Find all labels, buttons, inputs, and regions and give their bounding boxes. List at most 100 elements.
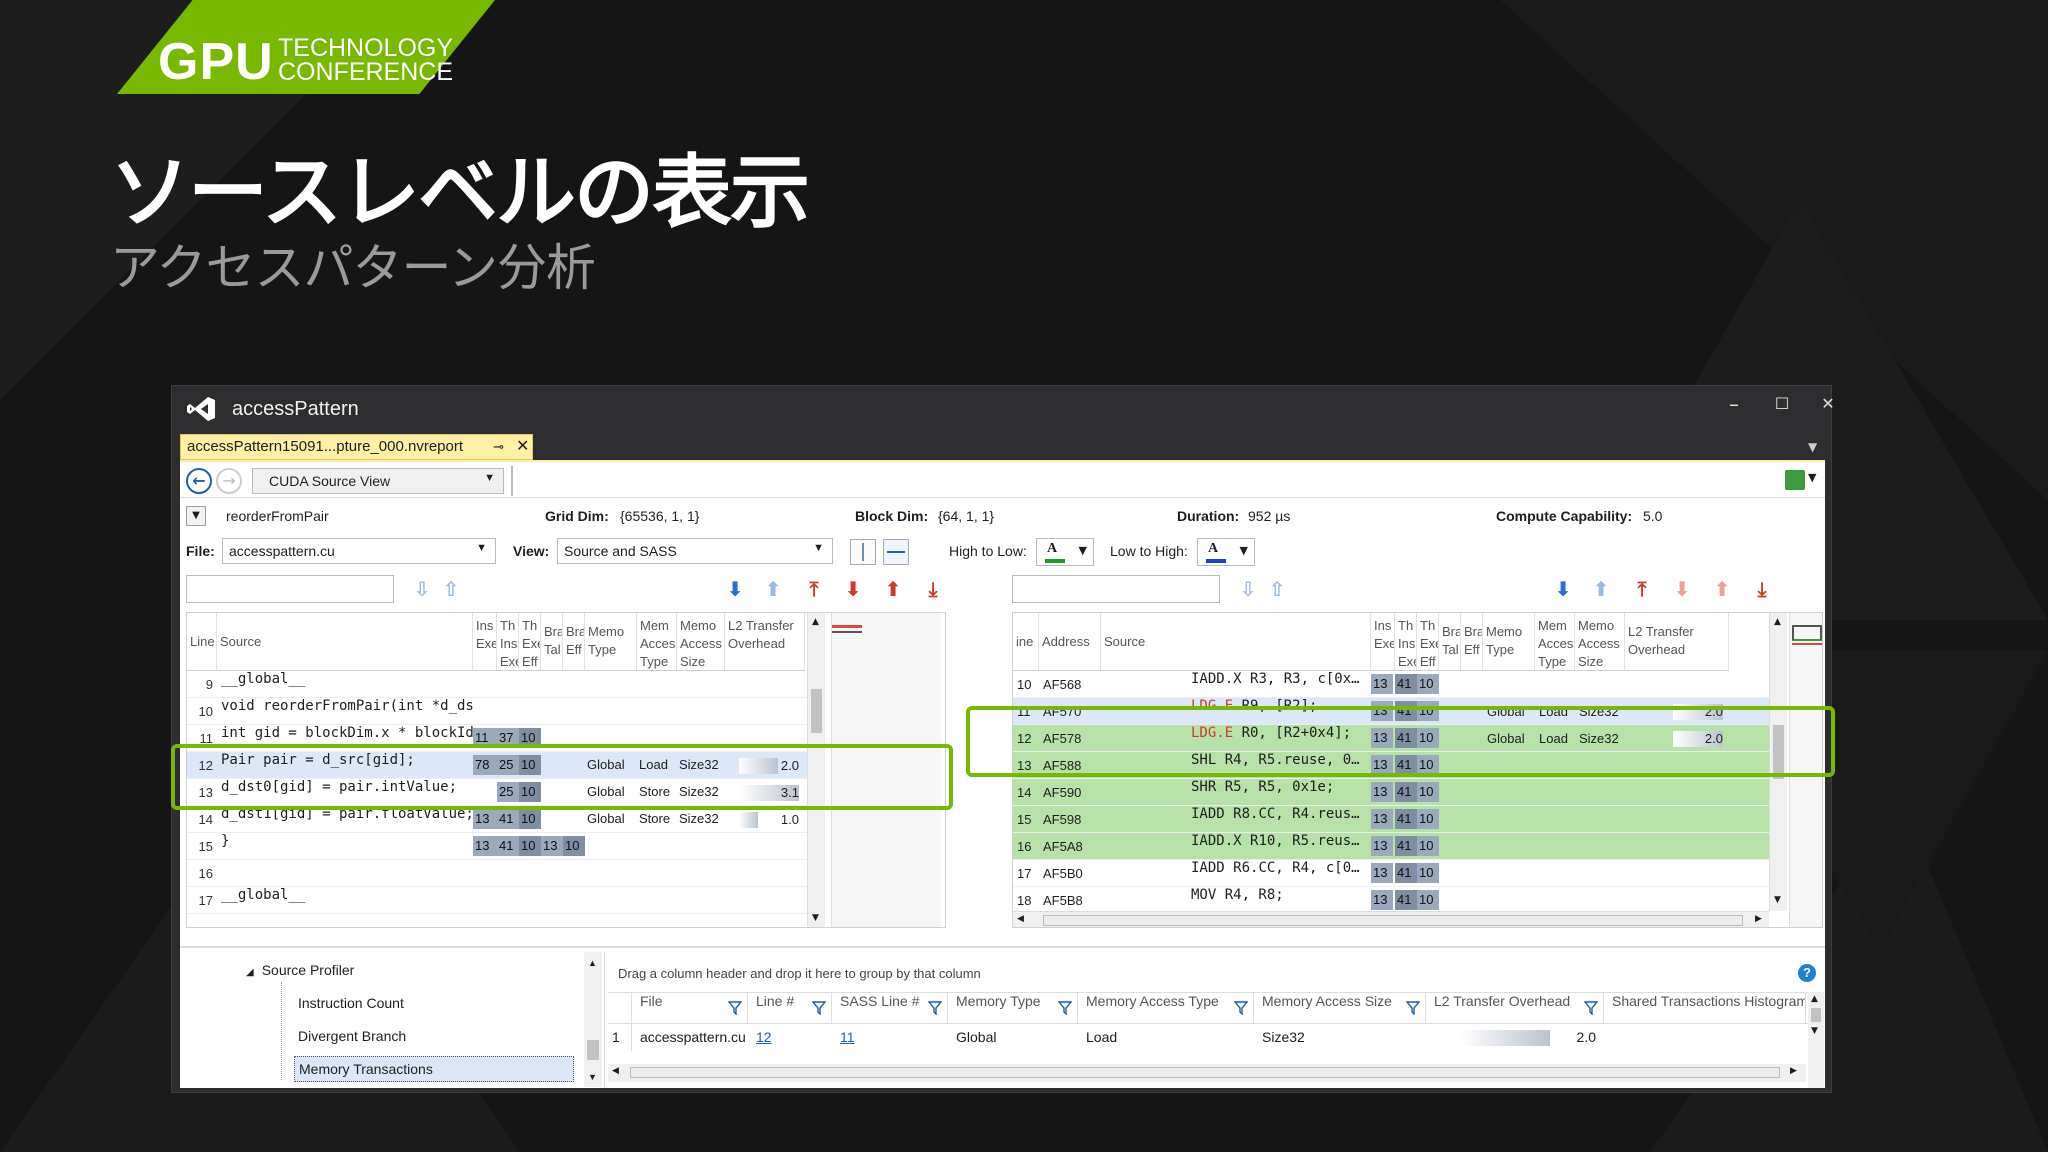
last-hotspot-icon[interactable]: ⤓ <box>920 576 946 602</box>
memory-grid-hscrollbar[interactable]: ◀ ▶ <box>608 1064 1806 1082</box>
pin-icon[interactable]: ⊸ <box>493 439 504 455</box>
filter-icon[interactable] <box>1234 1001 1248 1015</box>
col-header-thread-inst-exec[interactable]: Th Ins Exe <box>497 613 519 671</box>
scroll-thumb[interactable] <box>811 689 822 733</box>
scroll-down-icon[interactable]: ▼ <box>1774 895 1781 905</box>
next-red-arrow-icon[interactable]: ⬇ <box>840 576 866 602</box>
col-header-inst-exec[interactable]: Ins Exe <box>473 613 497 671</box>
prev-red-arrow-icon[interactable]: ⬆ <box>1709 576 1735 602</box>
col-header-mem-access-size[interactable]: Memo Access Size <box>1575 613 1625 671</box>
export-dropdown-icon[interactable]: ▼ <box>1808 471 1816 484</box>
next-hotspot-icon[interactable]: ⬇ <box>722 576 748 602</box>
col-header-branch-eff[interactable]: Bra Eff <box>1461 613 1483 671</box>
source-row[interactable]: 14 d_dst1[gid] = pair.floatValue; 13 41 10 G… <box>187 806 807 833</box>
sass-row[interactable]: 17 AF5B0 IADD R6.CC, R4, c[0… 13 41 10 <box>1013 860 1769 887</box>
prev-hotspot-icon[interactable]: ⬆ <box>1588 576 1614 602</box>
filter-icon[interactable] <box>1058 1001 1072 1015</box>
source-row[interactable]: 10 void reorderFromPair(int *d_dst0, flo… <box>187 698 807 725</box>
view-selector[interactable]: CUDA Source View ▼ <box>252 468 504 494</box>
minimize-button[interactable]: – <box>1714 392 1754 416</box>
high-to-low-color-picker[interactable]: A ▼ <box>1036 538 1094 566</box>
sass-row[interactable]: 16 AF5A8 IADD.X R10, R5.reus… 13 41 10 <box>1013 833 1769 860</box>
source-row[interactable]: 16 <box>187 860 807 887</box>
split-horizontal-icon[interactable] <box>883 539 909 565</box>
back-arrow-icon[interactable]: ← <box>186 468 212 494</box>
first-hotspot-icon[interactable]: ⤒ <box>801 576 827 602</box>
low-to-high-color-picker[interactable]: A ▼ <box>1197 538 1255 566</box>
sass-row[interactable]: 18 AF5B8 MOV R4, R8; 13 41 10 <box>1013 887 1769 914</box>
col-header-mem-access-type[interactable]: Mem Acces Type <box>637 613 677 671</box>
col-header-mem-access-size[interactable]: Memo Access Size <box>677 613 725 671</box>
memory-grid-vscrollbar[interactable]: ▲ ▼ <box>1808 992 1824 1088</box>
col-header-l2-overhead[interactable]: L2 Transfer Overhead <box>725 613 805 671</box>
help-icon[interactable]: ? <box>1798 964 1816 982</box>
scroll-up-icon[interactable]: ▲ <box>812 617 819 627</box>
col-header-line[interactable]: ine <box>1013 613 1039 671</box>
col-header-memory-access-type[interactable]: Memory Access Type <box>1078 993 1254 1023</box>
search-prev-arrow-icon[interactable]: ⇧ <box>1264 576 1290 602</box>
export-icon[interactable] <box>1785 470 1805 490</box>
col-header-mem-access-type[interactable]: Mem Acces Type <box>1535 613 1575 671</box>
first-hotspot-icon[interactable]: ⤒ <box>1629 576 1655 602</box>
cell-line-link[interactable]: 12 <box>752 1024 832 1051</box>
col-header-shared-histogram[interactable]: Shared Transactions Histogram <box>1604 993 1806 1023</box>
col-header-thread-exec-eff[interactable]: Th Exe Eff <box>1417 613 1439 671</box>
col-header-memory-access-size[interactable]: Memory Access Size <box>1254 993 1426 1023</box>
search-next-arrow-icon[interactable]: ⇩ <box>409 576 435 602</box>
close-button[interactable]: ✕ <box>1808 394 1848 413</box>
source-row[interactable]: 17 __global__ <box>187 887 807 914</box>
next-red-arrow-icon[interactable]: ⬇ <box>1669 576 1695 602</box>
col-header-branch-eff[interactable]: Bra Eff <box>563 613 585 671</box>
search-prev-arrow-icon[interactable]: ⇧ <box>438 576 464 602</box>
col-header-thread-exec-eff[interactable]: Th Exe Eff <box>519 613 541 671</box>
cell-sass-line-link[interactable]: 11 <box>836 1024 948 1051</box>
scroll-left-icon[interactable]: ◀ <box>1017 914 1024 924</box>
hscroll-thumb[interactable] <box>1043 915 1743 926</box>
search-next-arrow-icon[interactable]: ⇩ <box>1235 576 1261 602</box>
memory-grid-row[interactable]: 1 accesspattern.cu 12 11 Global Load Siz… <box>608 1024 1806 1052</box>
source-row[interactable]: 15} 13 41 10 13 10 <box>187 833 807 860</box>
sass-row[interactable]: 14 AF590 SHR R5, R5, 0x1e; 13 41 10 <box>1013 779 1769 806</box>
prev-hotspot-icon[interactable]: ⬆ <box>760 576 786 602</box>
col-header-memory-type[interactable]: Memo Type <box>1483 613 1535 671</box>
filter-icon[interactable] <box>812 1001 826 1015</box>
col-header-l2-transfer-overhead[interactable]: L2 Transfer Overhead <box>1426 993 1604 1023</box>
tree-scrollbar[interactable]: ▲ ▼ <box>584 952 602 1087</box>
scroll-right-icon[interactable]: ▶ <box>1755 914 1762 924</box>
col-header-source[interactable]: Source <box>217 613 473 671</box>
filter-icon[interactable] <box>1584 1001 1598 1015</box>
document-tab[interactable]: accessPattern15091...pture_000.nvreport … <box>180 434 533 460</box>
source-row[interactable]: 9 __global__ <box>187 671 807 698</box>
tree-item-memory-transactions[interactable]: Memory Transactions <box>294 1056 574 1082</box>
col-header-l2-overhead[interactable]: L2 Transfer Overhead <box>1625 613 1729 671</box>
file-select[interactable]: accesspattern.cu ▼ <box>222 538 496 564</box>
col-header-line[interactable]: Line <box>187 613 217 671</box>
forward-arrow-icon[interactable]: → <box>216 468 242 494</box>
tree-root[interactable]: ◢ Source Profiler <box>246 962 354 978</box>
col-header-branch-taken[interactable]: Bra Tal <box>1439 613 1461 671</box>
prev-red-arrow-icon[interactable]: ⬆ <box>880 576 906 602</box>
sass-row[interactable]: 10 AF568 IADD.X R3, R3, c[0x… 13 41 10 <box>1013 671 1769 698</box>
tab-close-icon[interactable]: ✕ <box>516 436 529 456</box>
split-vertical-icon[interactable] <box>850 539 876 565</box>
filter-icon[interactable] <box>928 1001 942 1015</box>
next-hotspot-icon[interactable]: ⬇ <box>1550 576 1576 602</box>
scroll-up-icon[interactable]: ▲ <box>1774 617 1781 627</box>
col-header-sass-source[interactable]: Source <box>1101 613 1371 671</box>
tree-item-divergent-branch[interactable]: Divergent Branch <box>298 1028 406 1044</box>
col-header-branch-taken[interactable]: Bra Tal <box>541 613 563 671</box>
tab-dropdown-icon[interactable]: ▼ <box>1808 440 1817 454</box>
col-header-thread-inst-exec[interactable]: Th Ins Exe <box>1395 613 1417 671</box>
right-search-input[interactable] <box>1012 575 1220 603</box>
col-header-address[interactable]: Address <box>1039 613 1101 671</box>
filter-icon[interactable] <box>1406 1001 1420 1015</box>
last-hotspot-icon[interactable]: ⤓ <box>1749 576 1775 602</box>
collapse-toggle[interactable]: ▼ <box>186 506 206 526</box>
filter-icon[interactable] <box>728 1001 742 1015</box>
col-header-memory-type[interactable]: Memo Type <box>585 613 637 671</box>
left-search-input[interactable] <box>186 575 394 603</box>
scroll-down-icon[interactable]: ▼ <box>812 913 819 923</box>
col-header-inst-exec[interactable]: Ins Exe <box>1371 613 1395 671</box>
tree-item-instruction-count[interactable]: Instruction Count <box>298 995 404 1011</box>
right-grid-hscrollbar[interactable]: ◀ ▶ <box>1013 911 1769 927</box>
